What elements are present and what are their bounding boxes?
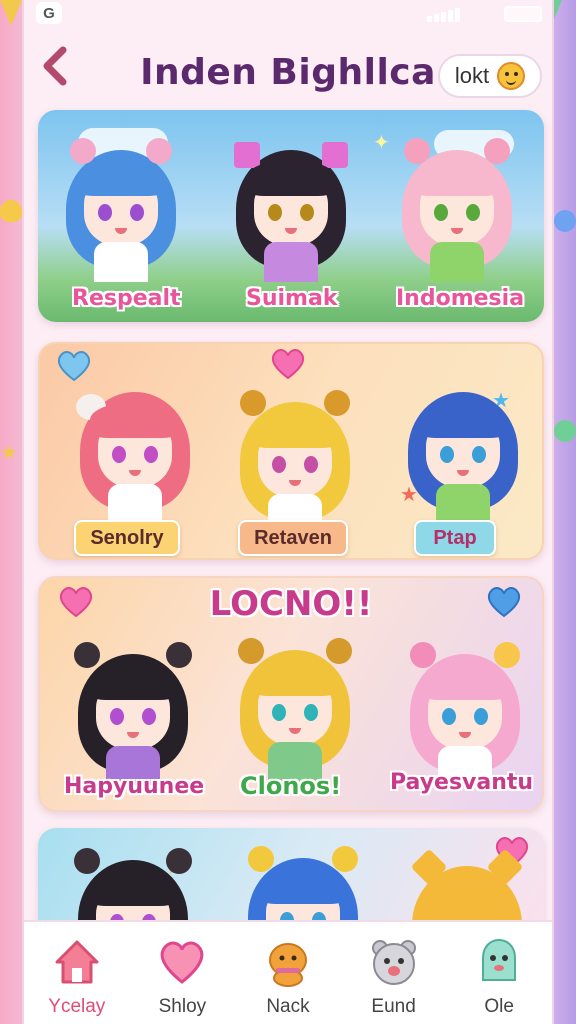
character-name: Suimak [246, 286, 338, 311]
battery-icon [504, 6, 542, 22]
character-name: Indomesia [396, 286, 525, 311]
character-name: Clonos! [240, 772, 342, 800]
bottom-nav: Ycelay Shloy Nack Eund Ole [24, 920, 552, 1024]
nav-item-snack[interactable]: Nack [242, 936, 334, 1018]
character-tag-button[interactable]: Ptap [414, 520, 496, 556]
app-screen: G Inden Bighllca lokt ✦ Respealt Suimak … [22, 0, 554, 1024]
heart-deco-icon [0, 200, 22, 222]
nav-label: Ole [484, 996, 514, 1017]
character-name: Hapyuunee [64, 774, 205, 799]
character-avatar [398, 374, 528, 524]
character-tag-button[interactable]: Retaven [238, 520, 348, 556]
character-avatar [230, 384, 360, 534]
home-icon [55, 940, 99, 984]
character-avatar [56, 132, 186, 282]
character-avatar [226, 132, 356, 282]
heart-icon [487, 587, 521, 618]
character-card-3[interactable]: LOCNO!! Hapyuunee Clonos! Payesvantu [38, 576, 544, 812]
star-deco-icon: ★ [0, 442, 18, 464]
app-letter-badge: G [36, 2, 62, 24]
character-avatar [392, 132, 522, 282]
character-name: Respealt [72, 286, 181, 311]
signal-icon [427, 8, 460, 22]
status-bar: G [24, 0, 552, 30]
sparkle-icon: ✦ [373, 132, 390, 154]
nav-label: Ycelay [48, 996, 106, 1017]
nav-item-favorites[interactable]: Shloy [136, 936, 228, 1018]
character-avatar [68, 636, 198, 786]
heart-deco-icon [554, 420, 576, 442]
ghost-mascot-icon [482, 938, 517, 981]
nav-label: Nack [266, 996, 310, 1017]
character-avatar [70, 374, 200, 524]
smiley-icon [497, 62, 526, 90]
bunting-flag [0, 0, 22, 26]
heart-icon [161, 941, 204, 984]
character-tag-button[interactable]: Senolry [74, 520, 180, 556]
header: Inden Bighllca lokt [24, 30, 552, 110]
character-avatar [400, 636, 530, 786]
nav-item-bear[interactable]: Eund [348, 936, 440, 1018]
nav-label: Shloy [158, 996, 207, 1017]
nav-label: Eund [371, 996, 416, 1017]
character-name: Payesvantu [390, 770, 534, 795]
heart-deco-icon [554, 210, 576, 232]
card-banner-title: LOCNO!! [209, 584, 373, 624]
character-avatar [230, 632, 360, 782]
character-card-1[interactable]: ✦ Respealt Suimak Indomesia [38, 110, 544, 322]
character-card-2[interactable]: ★ ★ Senolry Retaven Ptap [38, 342, 544, 560]
bear-icon [371, 940, 416, 985]
profile-pill-button[interactable]: lokt [438, 54, 542, 98]
cat-mascot-icon [268, 943, 307, 987]
nav-item-home[interactable]: Ycelay [31, 936, 123, 1018]
pill-label: lokt [454, 63, 490, 88]
nav-item-ghost[interactable]: Ole [453, 936, 545, 1018]
heart-icon [59, 587, 93, 618]
heart-icon [271, 349, 305, 380]
